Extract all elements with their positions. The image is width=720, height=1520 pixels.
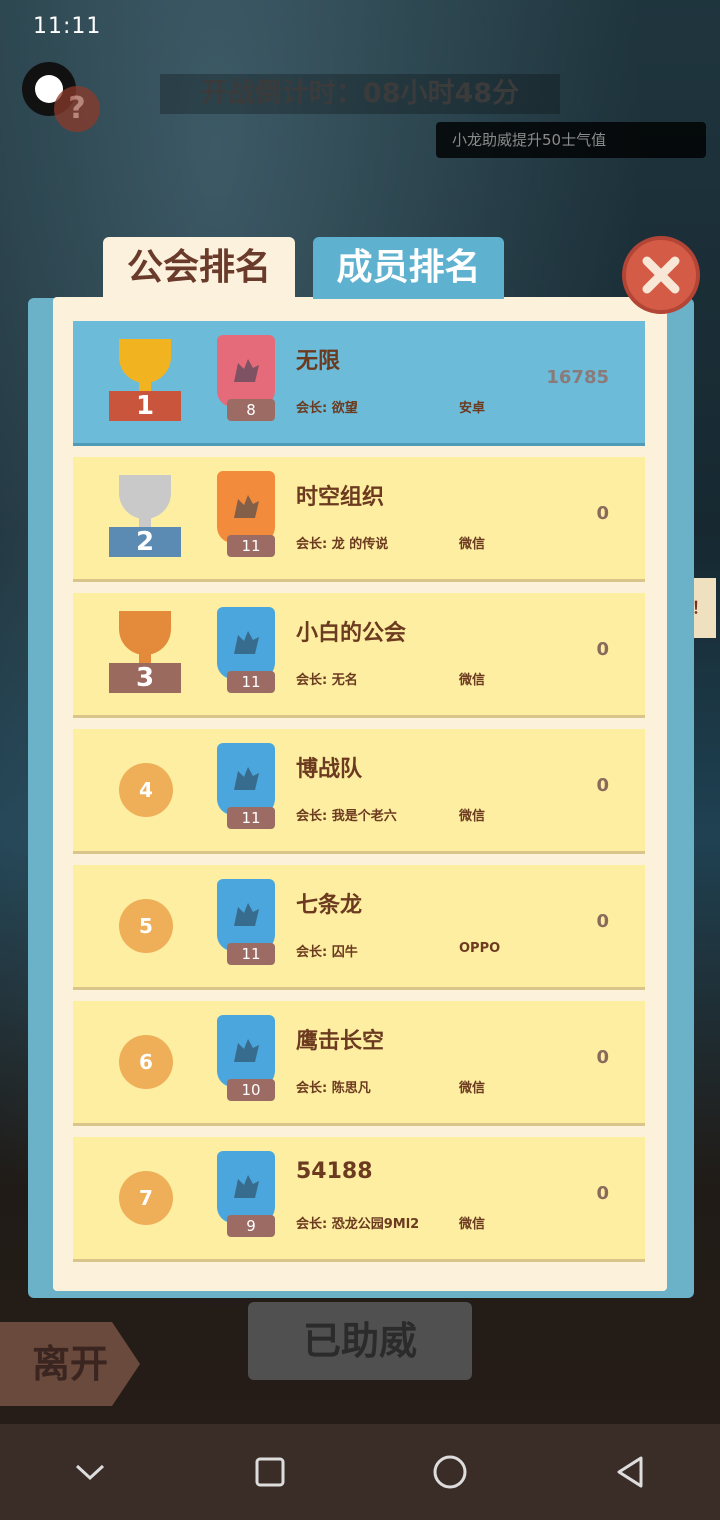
guild-level: 8 xyxy=(227,399,275,421)
guild-emblem xyxy=(217,335,275,407)
guild-platform: 微信 xyxy=(459,537,486,552)
guild-score: 0 xyxy=(596,775,609,796)
tab-member-ranking[interactable]: 成员排名 xyxy=(313,237,504,299)
guild-level: 9 xyxy=(227,1215,275,1237)
rank-number: 3 xyxy=(109,663,181,693)
rank-number: 1 xyxy=(109,391,181,421)
guild-emblem xyxy=(217,607,275,679)
guild-level: 11 xyxy=(227,943,275,965)
guild-name: 无限 xyxy=(296,349,341,374)
guild-emblem xyxy=(217,1015,275,1087)
circle-icon xyxy=(433,1455,467,1489)
nav-back-button[interactable] xyxy=(600,1442,660,1502)
guild-score: 0 xyxy=(596,1047,609,1068)
guild-emblem xyxy=(217,743,275,815)
nav-home-button[interactable] xyxy=(420,1442,480,1502)
guild-platform: 安卓 xyxy=(459,401,486,416)
guild-score: 0 xyxy=(596,1183,609,1204)
ranking-row[interactable]: 4 11 博战队会长: 我是个老六 微信 0 xyxy=(73,729,645,851)
rank-number: 5 xyxy=(119,899,173,953)
rank-number: 2 xyxy=(109,527,181,557)
guild-name: 小白的公会 xyxy=(296,621,407,646)
guild-platform: OPPO xyxy=(459,941,501,956)
ranking-row[interactable]: 5 11 七条龙会长: 囚牛 OPPO 0 xyxy=(73,865,645,987)
wolf-emblem-icon xyxy=(234,1039,259,1062)
ranking-row[interactable]: 2 11 时空组织会长: 龙 的传说 微信 0 xyxy=(73,457,645,579)
guild-platform: 微信 xyxy=(459,1217,486,1232)
guild-leader: 会长: 恐龙公园9Ml2 xyxy=(296,1217,420,1232)
wolf-emblem-icon xyxy=(234,631,259,654)
nav-collapse-button[interactable] xyxy=(60,1442,120,1502)
tab-guild-ranking[interactable]: 公会排名 xyxy=(103,237,295,299)
guild-platform: 微信 xyxy=(459,1081,486,1096)
back-triangle-icon xyxy=(617,1456,643,1488)
nav-recents-button[interactable] xyxy=(240,1442,300,1502)
trophy-icon: 3 xyxy=(107,611,183,697)
guild-name: 七条龙 xyxy=(296,893,363,918)
guild-score: 0 xyxy=(596,911,609,932)
wolf-emblem-icon xyxy=(234,495,259,518)
guild-name: 时空组织 xyxy=(296,485,385,510)
system-nav-bar xyxy=(0,1424,720,1520)
rank-number: 7 xyxy=(119,1171,173,1225)
status-time: 11:11 xyxy=(33,14,102,39)
wolf-emblem-icon xyxy=(234,767,259,790)
ranking-row[interactable]: 7 9 54188 会长: 恐龙公园9Ml2 微信 0 xyxy=(73,1137,645,1259)
guild-score: 16785 xyxy=(546,367,609,388)
cheered-button[interactable]: 已助威 xyxy=(248,1302,472,1380)
trophy-icon: 1 xyxy=(107,339,183,425)
rank-number: 6 xyxy=(119,1035,173,1089)
guild-name: 54188 xyxy=(296,1159,373,1184)
guild-platform: 微信 xyxy=(459,809,486,824)
guild-leader: 会长: 无名 xyxy=(296,673,358,688)
ranking-row[interactable]: 6 10 鹰击长空会长: 陈思凡 微信 0 xyxy=(73,1001,645,1123)
chevron-down-icon xyxy=(75,1464,105,1481)
wolf-emblem-icon xyxy=(234,903,259,926)
guild-leader: 会长: 陈思凡 xyxy=(296,1081,371,1096)
wolf-emblem-icon xyxy=(234,359,259,382)
guild-score: 0 xyxy=(596,503,609,524)
guild-name: 鹰击长空 xyxy=(296,1029,385,1054)
close-icon xyxy=(642,256,680,294)
square-icon xyxy=(255,1457,285,1487)
cheer-toast: 小龙助威提升50士气值 xyxy=(436,122,706,158)
guild-leader: 会长: 欲望 xyxy=(296,401,358,416)
guild-emblem xyxy=(217,1151,275,1223)
guild-leader: 会长: 囚牛 xyxy=(296,945,358,960)
guild-platform: 微信 xyxy=(459,673,486,688)
battle-countdown: 开战倒计时：08小时48分 xyxy=(160,74,560,114)
guild-level: 11 xyxy=(227,671,275,693)
guild-level: 11 xyxy=(227,807,275,829)
rank-number: 4 xyxy=(119,763,173,817)
close-button[interactable] xyxy=(622,236,700,314)
wolf-emblem-icon xyxy=(234,1175,259,1198)
guild-emblem xyxy=(217,879,275,951)
help-icon[interactable]: ? xyxy=(54,86,100,132)
ranking-row[interactable]: 1 8 无限会长: 欲望 安卓 16785 xyxy=(73,321,645,443)
leave-button[interactable]: 离开 xyxy=(0,1322,140,1406)
guild-emblem xyxy=(217,471,275,543)
guild-level: 11 xyxy=(227,535,275,557)
guild-leader: 会长: 龙 的传说 xyxy=(296,537,389,552)
ranking-row[interactable]: 3 11 小白的公会会长: 无名 微信 0 xyxy=(73,593,645,715)
trophy-icon: 2 xyxy=(107,475,183,561)
guild-score: 0 xyxy=(596,639,609,660)
guild-name: 博战队 xyxy=(296,757,363,782)
guild-level: 10 xyxy=(227,1079,275,1101)
guild-leader: 会长: 我是个老六 xyxy=(296,809,397,824)
